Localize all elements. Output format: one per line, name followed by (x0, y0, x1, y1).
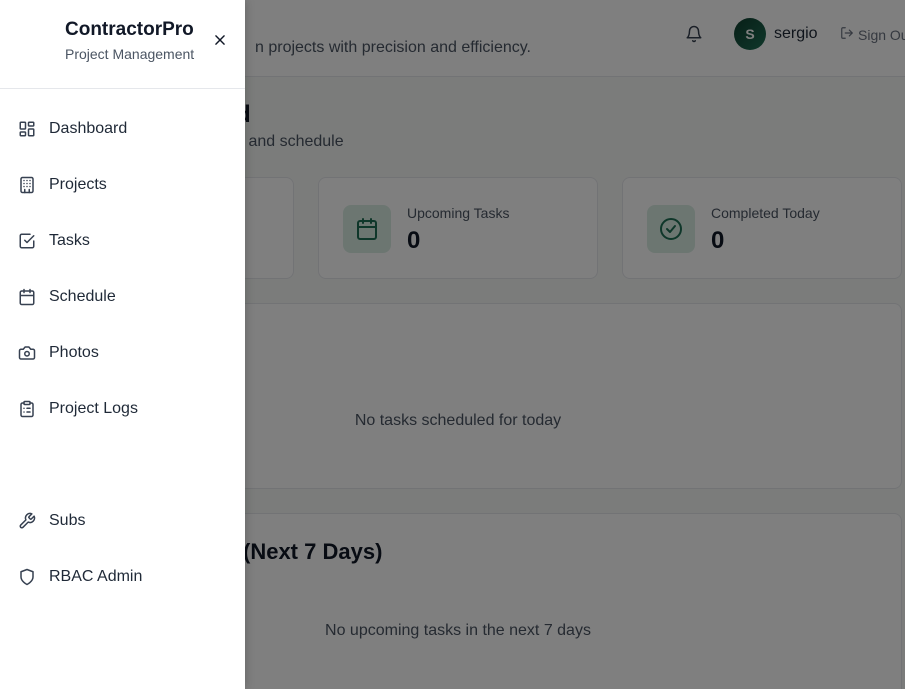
sidebar-item-label: Schedule (49, 288, 116, 305)
sidebar-item-label: Project Logs (49, 400, 138, 417)
sidebar-item-label: Photos (49, 344, 99, 361)
wrench-icon (18, 512, 36, 530)
sidebar-item-label: RBAC Admin (49, 568, 143, 585)
camera-icon (18, 344, 36, 362)
check-square-icon (18, 232, 36, 250)
calendar-icon (18, 288, 36, 306)
sidebar-item-subs[interactable]: Subs (0, 501, 245, 541)
sidebar-item-tasks[interactable]: Tasks (0, 221, 245, 261)
sidebar-item-schedule[interactable]: Schedule (0, 277, 245, 317)
sidebar-item-photos[interactable]: Photos (0, 333, 245, 373)
close-icon[interactable] (211, 31, 229, 49)
clipboard-list-icon (18, 400, 36, 418)
sidebar-item-rbac-admin[interactable]: RBAC Admin (0, 557, 245, 597)
sidebar-item-label: Subs (49, 512, 86, 529)
sidebar-item-label: Dashboard (49, 120, 128, 137)
building-icon (18, 176, 36, 194)
brand-subtitle: Project Management (65, 46, 195, 62)
sidebar-header: ContractorPro Project Management (0, 0, 245, 89)
shield-icon (18, 568, 36, 586)
sidebar-item-projects[interactable]: Projects (0, 165, 245, 205)
brand-title: ContractorPro (65, 19, 194, 40)
sidebar-item-project-logs[interactable]: Project Logs (0, 389, 245, 429)
sidebar-item-dashboard[interactable]: Dashboard (0, 109, 245, 149)
layout-dashboard-icon (18, 120, 36, 138)
sidebar-item-label: Tasks (49, 232, 90, 249)
sidebar-drawer: ContractorPro Project Management Dashboa… (0, 0, 245, 689)
sidebar-item-label: Projects (49, 176, 107, 193)
